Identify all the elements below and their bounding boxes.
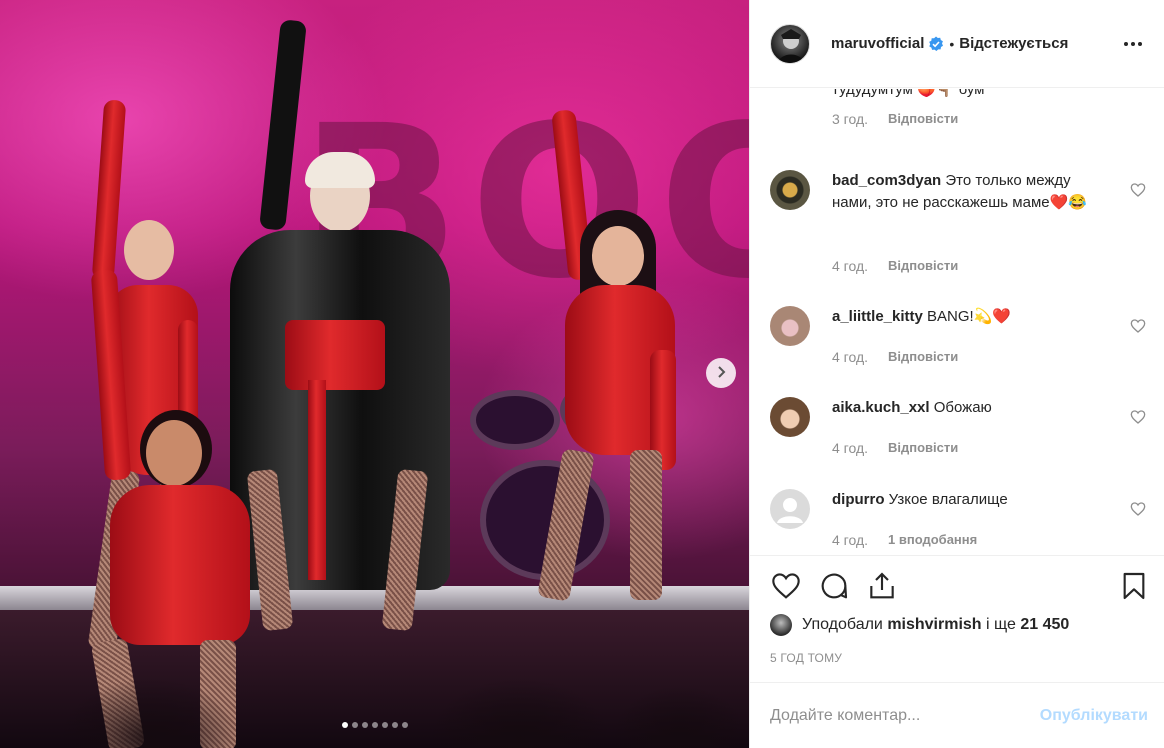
like-comment-heart-icon[interactable] [1130,501,1146,517]
reply-button[interactable]: Відповісти [888,349,958,365]
comment-body: BANG!💫❤️ [927,308,1012,325]
like-comment-heart-icon[interactable] [1130,318,1146,334]
crowd-silhouettes [0,618,749,748]
post-photo[interactable]: BOO [0,0,749,748]
chevron-right-icon [715,365,727,381]
following-status-button[interactable]: Відстежується [959,35,1068,52]
header-separator: • [949,35,955,52]
share-upload-icon[interactable] [866,570,898,602]
comment-text: dipurro Узкое влагалище [832,489,1108,511]
reply-button[interactable]: Відповісти [888,111,958,127]
commenter-avatar[interactable] [770,170,810,210]
comment-body: Обожаю [933,399,992,416]
comment-likes-count[interactable]: 1 вподобання [888,532,977,548]
comment-time[interactable]: 4 год. [832,258,868,274]
comment-meta: 4 год. Відповісти [832,258,958,274]
more-options-button[interactable] [1118,36,1148,52]
likes-count[interactable]: 21 450 [1020,616,1069,634]
commenter-avatar[interactable] [770,397,810,437]
commenter-username[interactable]: bad_com3dyan [832,172,941,189]
commenter-username[interactable]: dipurro [832,491,885,508]
carousel-dot [351,722,358,728]
post-timestamp[interactable]: 5 ГОД ТОМУ [770,651,842,665]
comment-input[interactable] [770,706,1040,725]
comment-bubble-icon[interactable] [818,570,850,602]
carousel-dot [391,722,398,728]
post-actions-bar [750,555,1164,615]
carousel-next-button[interactable] [706,358,736,388]
dot [1138,41,1142,46]
author-avatar[interactable] [770,23,810,64]
carousel-dot [341,722,348,728]
comment-text: a_liittle_kitty BANG!💫❤️ [832,306,1108,328]
comment-time[interactable]: 4 год. [832,349,868,365]
likes-prefix: Уподобали [802,616,883,633]
commenter-avatar[interactable] [770,489,810,529]
comment-item: тудудумтум 🍑👇🏽 бум 3 год. Відповісти [770,89,1148,139]
dot [1124,41,1128,46]
comment-meta: 3 год. Відповісти [832,111,958,127]
like-heart-icon[interactable] [770,570,802,602]
comment-text: bad_com3dyan Это только между нами, это … [832,170,1108,214]
like-comment-heart-icon[interactable] [1130,409,1146,425]
verified-badge-icon [928,36,944,52]
add-comment-bar: Опублікувати [750,682,1164,748]
author-username[interactable]: maruvofficial [831,35,924,52]
post-header: maruvofficial • Відстежується [750,0,1164,88]
comment-item: aika.kuch_xxl Обожаю 4 год. Відповісти [770,397,1148,467]
post-side-panel: maruvofficial • Відстежується тудудумтум… [749,0,1164,748]
carousel-dot [401,722,408,728]
carousel-dot [361,722,368,728]
comment-time[interactable]: 4 год. [832,440,868,456]
like-comment-heart-icon[interactable] [1130,182,1146,198]
dot [1131,41,1135,46]
comment-item: bad_com3dyan Это только между нами, это … [770,170,1148,280]
commenter-avatar[interactable] [770,306,810,346]
comment-time[interactable]: 3 год. [832,111,868,127]
likes-conjunction: і ще [986,616,1016,633]
dancer-right [520,90,710,650]
comment-body: Узкое влагалище [888,491,1008,508]
carousel-dot [371,722,378,728]
liker-username[interactable]: mishvirmish [887,616,981,634]
comment-text: aika.kuch_xxl Обожаю [832,397,1108,419]
comment-meta: 4 год. Відповісти [832,440,958,456]
comment-text: тудудумтум 🍑👇🏽 бум [832,89,985,98]
reply-button[interactable]: Відповісти [888,258,958,274]
comment-time[interactable]: 4 год. [832,532,868,548]
liker-avatar[interactable] [770,614,792,636]
likes-summary: Уподобали mishvirmish і ще 21 450 [770,614,1069,636]
comment-meta: 4 год. Відповісти [832,349,958,365]
publish-button[interactable]: Опублікувати [1040,707,1148,725]
reply-button[interactable]: Відповісти [888,440,958,456]
comment-item: a_liittle_kitty BANG!💫❤️ 4 год. Відповіс… [770,306,1148,376]
instagram-post: BOO [0,0,1164,748]
comment-meta: 4 год. 1 вподобання [832,532,977,548]
comment-item: dipurro Узкое влагалище 4 год. 1 вподоба… [770,489,1148,555]
carousel-dot [381,722,388,728]
save-bookmark-icon[interactable] [1118,570,1150,602]
commenter-username[interactable]: aika.kuch_xxl [832,399,930,416]
commenter-username[interactable]: a_liittle_kitty [832,308,923,325]
comments-list[interactable]: тудудумтум 🍑👇🏽 бум 3 год. Відповісти bad… [750,89,1164,555]
carousel-dots [0,722,749,728]
